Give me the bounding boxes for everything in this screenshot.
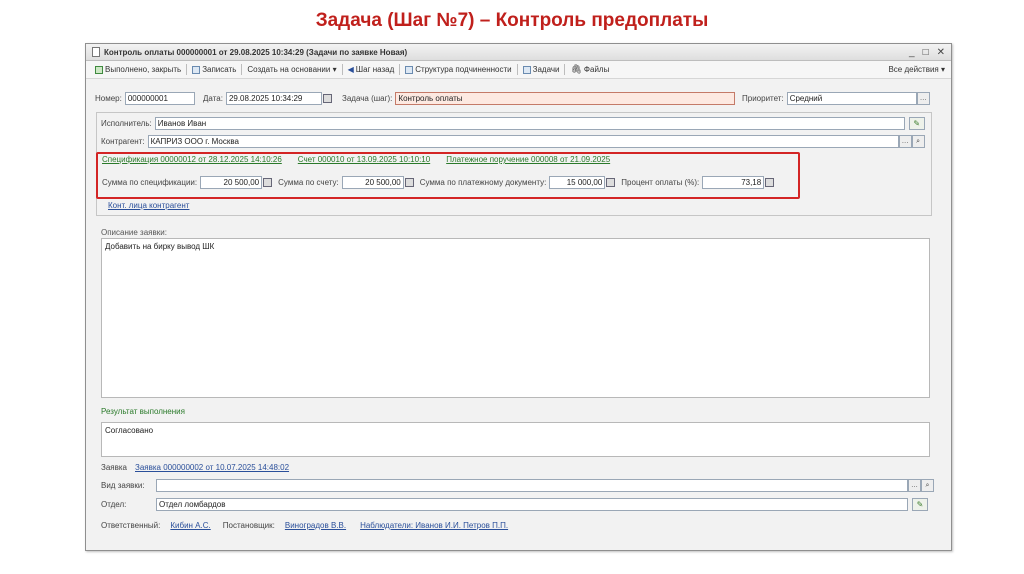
task-step-row: Задача (шаг): Контроль оплаты bbox=[342, 92, 736, 105]
result-label: Результат выполнения bbox=[101, 407, 185, 416]
search-icon[interactable]: ⌕ bbox=[911, 135, 925, 148]
create-based-button[interactable]: Создать на основании ▾ bbox=[244, 65, 339, 74]
request-type-select-button[interactable]: … bbox=[908, 479, 921, 492]
request-link[interactable]: Заявка 000000002 от 10.07.2025 14:48:02 bbox=[135, 463, 289, 472]
request-type-label: Вид заявки: bbox=[101, 481, 145, 490]
number-input[interactable]: 000000001 bbox=[124, 92, 195, 105]
contacts-row: Конт. лица контрагент bbox=[108, 201, 189, 210]
request-type-input[interactable] bbox=[156, 479, 908, 492]
department-label: Отдел: bbox=[101, 500, 127, 509]
setter-label: Постановщик: bbox=[222, 521, 275, 530]
department-input[interactable]: Отдел ломбардов bbox=[156, 498, 908, 511]
priority-input[interactable]: Средний bbox=[786, 92, 917, 105]
contractor-label: Контрагент: bbox=[101, 137, 145, 146]
date-label: Дата: bbox=[203, 94, 223, 103]
description-textarea[interactable]: Добавить на бирку вывод ШК bbox=[101, 238, 930, 398]
responsible-label: Ответственный: bbox=[101, 521, 161, 530]
contractor-row: Контрагент: КАПРИЗ ООО г. Москва … ⌕ bbox=[101, 135, 925, 148]
structure-button[interactable]: Структура подчиненности bbox=[402, 65, 514, 74]
tasks-icon bbox=[522, 65, 531, 74]
date-field-row: Дата: 29.08.2025 10:34:29 bbox=[203, 92, 332, 105]
department-row: Отдел: Отдел ломбардов ✎ bbox=[101, 498, 928, 511]
window-title: Контроль оплаты 000000001 от 29.08.2025 … bbox=[104, 47, 408, 57]
request-label: Заявка bbox=[101, 463, 127, 472]
footer-row: Ответственный: Кибин А.С. Постановщик: В… bbox=[101, 521, 508, 530]
request-type-row: Вид заявки: … ⌕ bbox=[101, 479, 934, 492]
save-button[interactable]: Записать bbox=[189, 65, 239, 74]
priority-row: Приоритет: Средний … bbox=[742, 92, 930, 105]
done-close-button[interactable]: Выполнено, закрыть bbox=[92, 65, 184, 74]
contact-persons-link[interactable]: Конт. лица контрагент bbox=[108, 201, 189, 210]
number-field-row: Номер: 000000001 bbox=[95, 92, 195, 105]
paperclip-icon: 🖇 bbox=[570, 64, 582, 74]
number-label: Номер: bbox=[95, 94, 122, 103]
contractor-input[interactable]: КАПРИЗ ООО г. Москва bbox=[147, 135, 899, 148]
responsible-link[interactable]: Кибин А.С. bbox=[170, 521, 210, 530]
all-actions-menu[interactable]: Все действия ▾ bbox=[888, 65, 945, 74]
check-icon bbox=[95, 65, 103, 74]
calendar-icon[interactable] bbox=[322, 94, 332, 103]
setter-link[interactable]: Виноградов В.В. bbox=[285, 521, 346, 530]
structure-icon bbox=[405, 65, 414, 74]
maximize-button[interactable]: □ bbox=[923, 47, 929, 58]
pencil-icon[interactable]: ✎ bbox=[908, 117, 925, 130]
minimize-button[interactable]: _ bbox=[909, 47, 915, 58]
toolbar: Выполнено, закрыть Записать Создать на о… bbox=[86, 61, 951, 79]
highlight-frame bbox=[96, 152, 800, 199]
date-input[interactable]: 29.08.2025 10:34:29 bbox=[225, 92, 322, 105]
executor-row: Исполнитель: Иванов Иван ✎ bbox=[101, 117, 925, 130]
arrow-left-icon: ◀ bbox=[347, 65, 354, 74]
task-step-label: Задача (шаг): bbox=[342, 94, 393, 103]
files-button[interactable]: 🖇 Файлы bbox=[567, 64, 612, 75]
save-icon bbox=[192, 65, 201, 74]
document-icon bbox=[92, 47, 100, 57]
contractor-select-button[interactable]: … bbox=[898, 135, 912, 148]
executor-input[interactable]: Иванов Иван bbox=[154, 117, 905, 130]
task-step-input[interactable]: Контроль оплаты bbox=[395, 92, 736, 105]
result-textarea[interactable]: Согласовано bbox=[101, 422, 930, 457]
window-titlebar: Контроль оплаты 000000001 от 29.08.2025 … bbox=[86, 44, 951, 61]
slide-title: Задача (Шаг №7) – Контроль предоплаты bbox=[315, 10, 709, 31]
priority-select-button[interactable]: … bbox=[916, 92, 930, 105]
search-icon[interactable]: ⌕ bbox=[921, 479, 934, 492]
request-row: Заявка Заявка 000000002 от 10.07.2025 14… bbox=[101, 463, 289, 472]
priority-label: Приоритет: bbox=[742, 94, 784, 103]
close-button[interactable]: ✕ bbox=[937, 47, 945, 58]
tasks-button[interactable]: Задачи bbox=[520, 65, 563, 74]
executor-label: Исполнитель: bbox=[101, 119, 152, 128]
description-label: Описание заявки: bbox=[101, 228, 167, 237]
observers-link[interactable]: Наблюдатели: Иванов И.И. Петров П.П. bbox=[360, 521, 508, 530]
pencil-icon[interactable]: ✎ bbox=[912, 498, 928, 511]
step-back-button[interactable]: ◀ Шаг назад bbox=[345, 65, 398, 74]
